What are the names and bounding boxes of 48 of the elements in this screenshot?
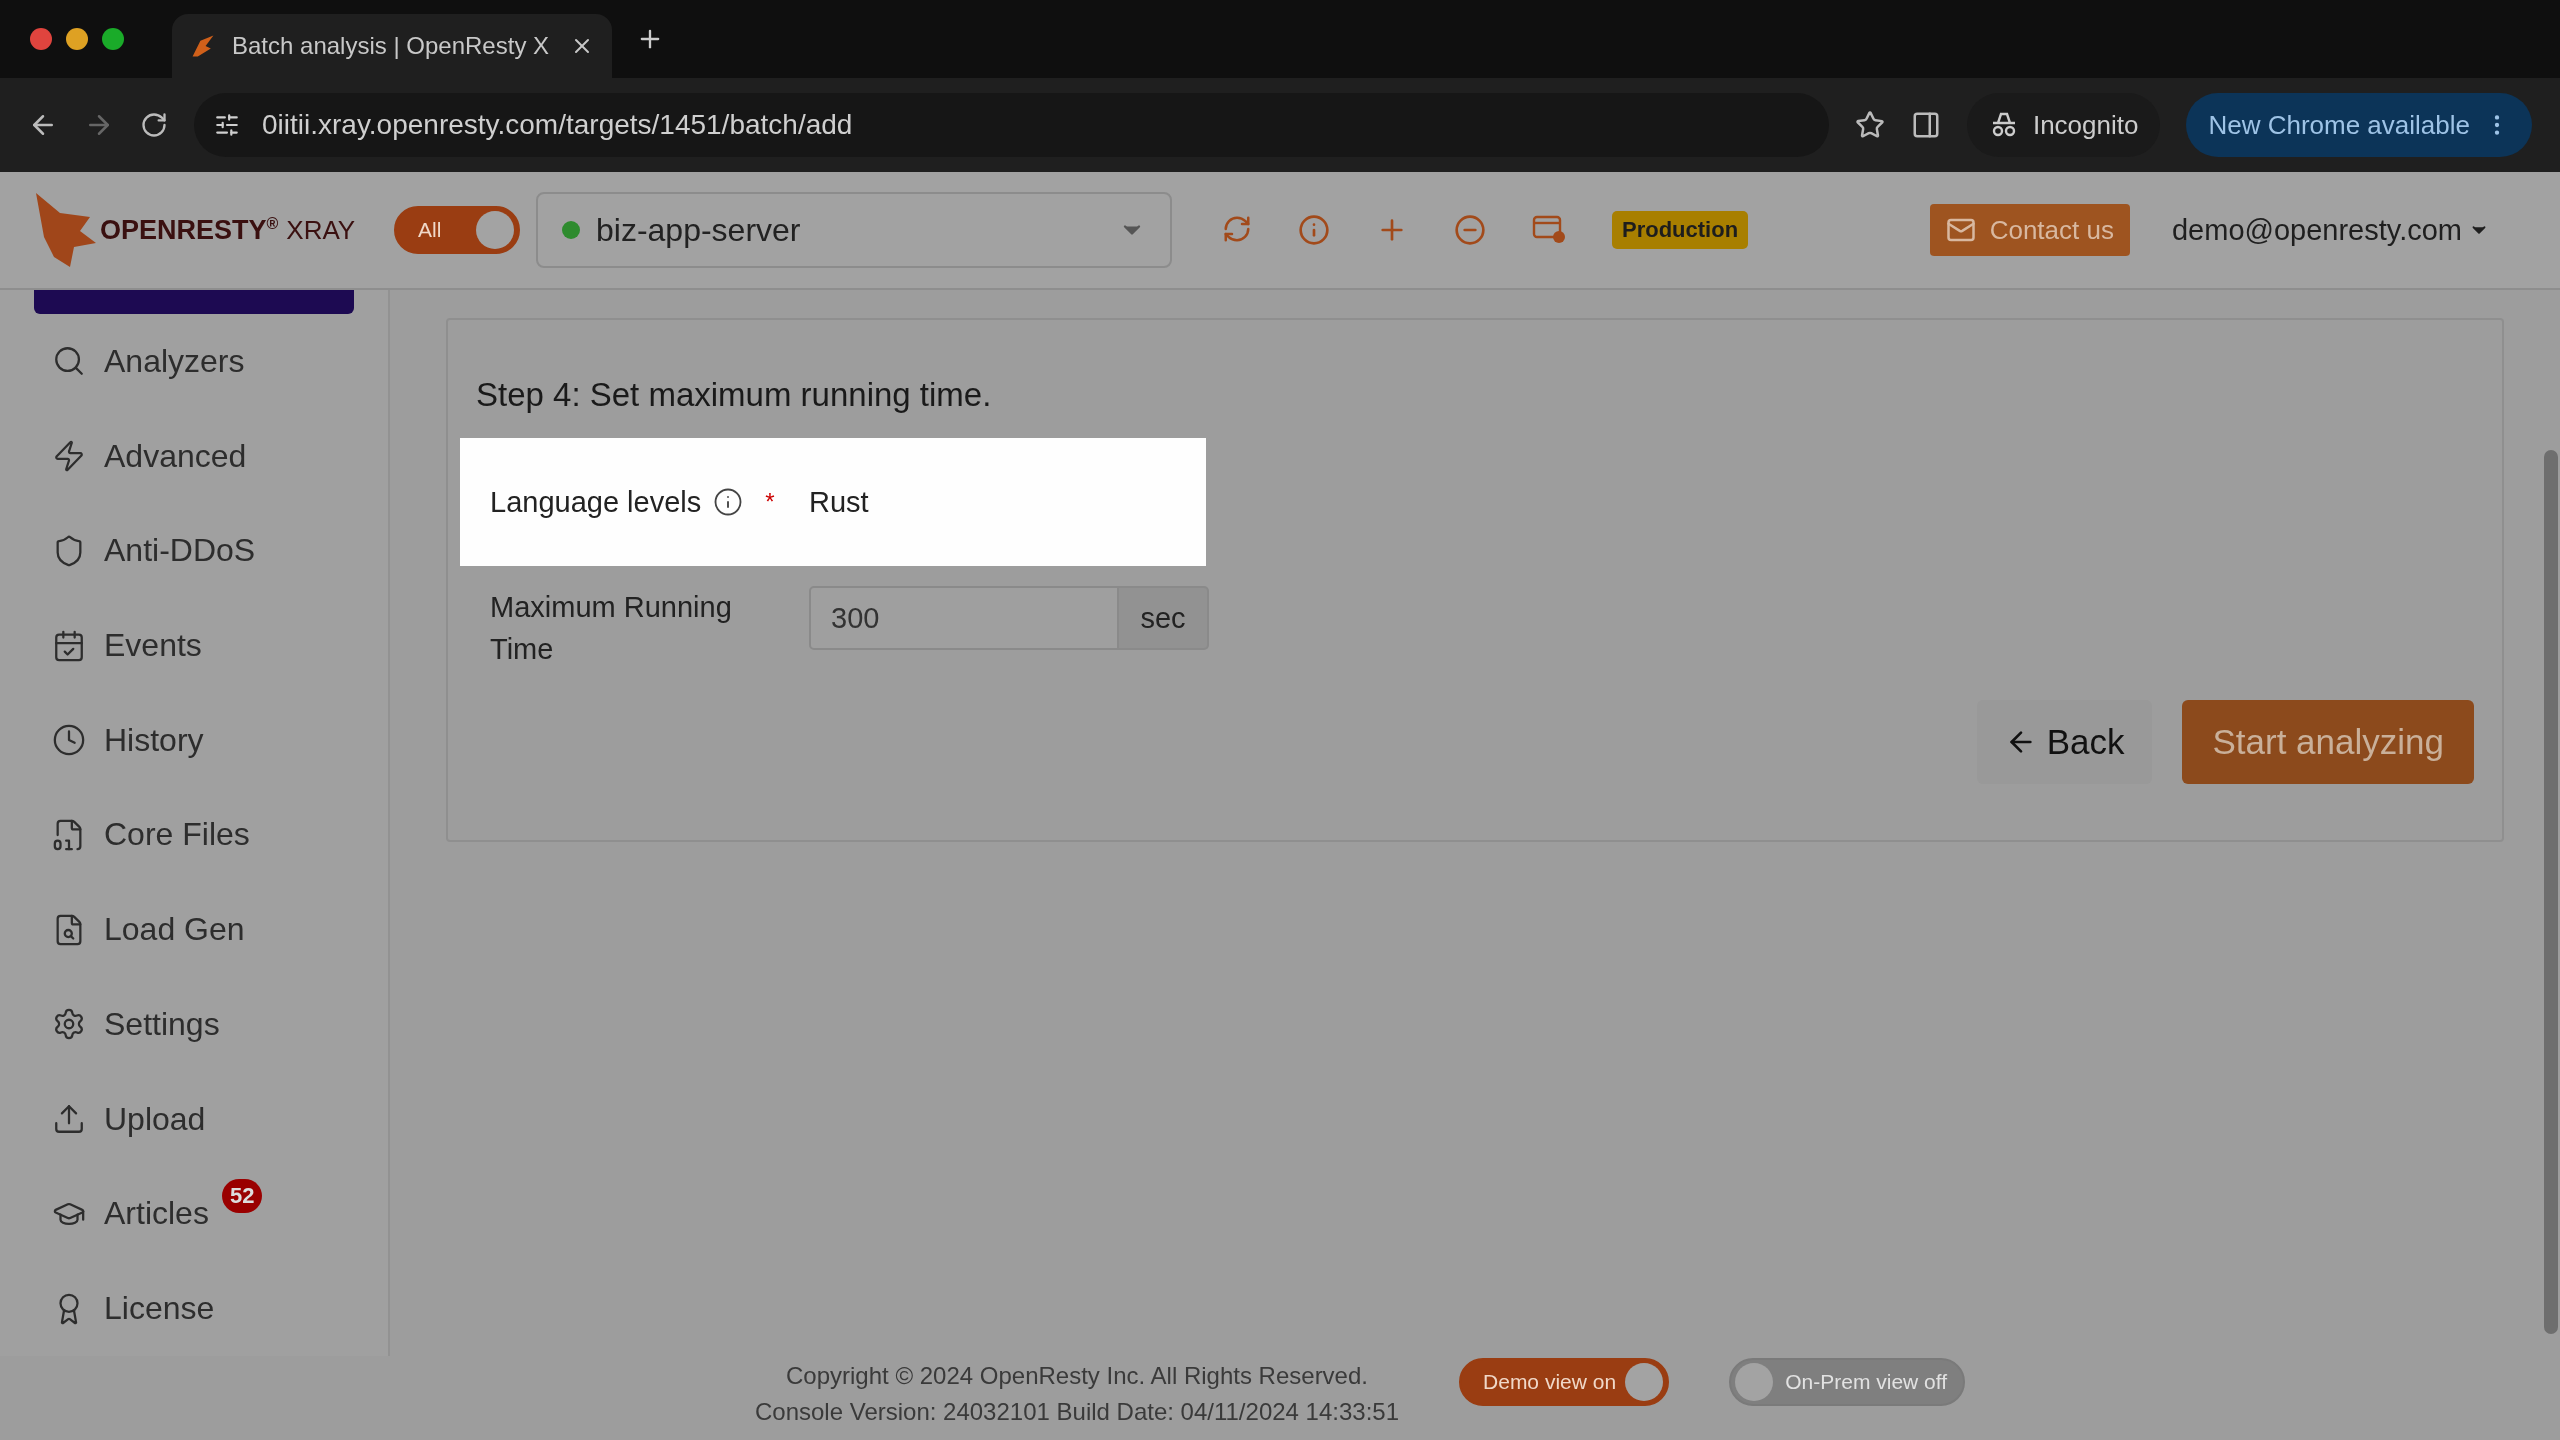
sidebar-item[interactable]: Articles 52: [0, 1166, 388, 1262]
close-window-icon[interactable]: [30, 28, 52, 50]
sidebar-item[interactable]: Anti-DDoS: [0, 503, 388, 599]
copyright-text: Copyright © 2024 OpenResty Inc. All Rights Reserved.: [786, 1361, 1368, 1391]
site-settings-icon[interactable]: [214, 112, 240, 138]
version-text: Console Version: 24032101 Build Date: 04/11/2024 14:33:51: [754, 1397, 1400, 1427]
calendar-icon: [52, 628, 86, 663]
step-title: Step 4: Set maximum running time.: [476, 376, 993, 414]
back-button[interactable]: Back: [1976, 700, 2153, 784]
browser-tab[interactable]: Batch analysis | OpenResty X: [172, 14, 612, 78]
minimize-window-icon[interactable]: [66, 28, 88, 50]
sidebar-item[interactable]: Advanced: [0, 408, 388, 504]
view-toggle[interactable]: Demo view on: [1459, 1358, 1670, 1406]
field-label: Maximum Running Time: [490, 590, 733, 667]
zoom-window-icon[interactable]: [102, 28, 124, 50]
address-bar[interactable]: 0iitii.xray.openresty.com/targets/1451/batch/add: [194, 93, 1829, 157]
language-value: Rust: [809, 485, 869, 519]
required-asterisk: *: [765, 488, 775, 516]
info-icon[interactable]: [713, 487, 744, 517]
bird-icon: [190, 33, 216, 59]
view-toggle[interactable]: On-Prem view off: [1729, 1358, 1966, 1406]
environment-badge: Production: [1612, 211, 1749, 249]
unit-label: sec: [1119, 586, 1209, 650]
update-button[interactable]: New Chrome available: [2186, 93, 2532, 157]
scrollbar[interactable]: [2544, 450, 2558, 1334]
sidebar-item[interactable]: Analyzers: [0, 313, 388, 409]
clock-icon: [52, 723, 86, 758]
start-button[interactable]: Start analyzing: [2182, 700, 2474, 784]
sidebar-item[interactable]: License: [0, 1261, 388, 1356]
running-time-field[interactable]: 300: [809, 586, 1119, 650]
sidebar-item[interactable]: Load Gen: [0, 882, 388, 978]
sidebar-item[interactable]: Upload: [0, 1071, 388, 1167]
sidebar-item[interactable]: Events: [0, 598, 388, 693]
lightning-icon: [52, 439, 86, 474]
scope-toggle[interactable]: All: [394, 206, 520, 254]
sidebar-item[interactable]: Settings: [0, 977, 388, 1072]
count-badge: 52: [222, 1178, 263, 1213]
reload-icon[interactable]: [140, 111, 168, 139]
settings-icon: [52, 1007, 86, 1042]
sidebar-item[interactable]: History: [0, 692, 388, 788]
contact-button[interactable]: Contact us: [1929, 204, 2130, 256]
field-label: Language levels: [490, 485, 702, 519]
bookmark-star-icon[interactable]: [1854, 110, 1885, 140]
sidebar-item[interactable]: Core Files: [0, 787, 388, 883]
target-select[interactable]: biz-app-server: [536, 192, 1172, 268]
user-menu[interactable]: demo@openresty.com: [2171, 213, 2490, 247]
logo[interactable]: OPENRESTY® XRAY: [30, 187, 380, 273]
incognito-indicator[interactable]: Incognito: [1966, 93, 2161, 157]
